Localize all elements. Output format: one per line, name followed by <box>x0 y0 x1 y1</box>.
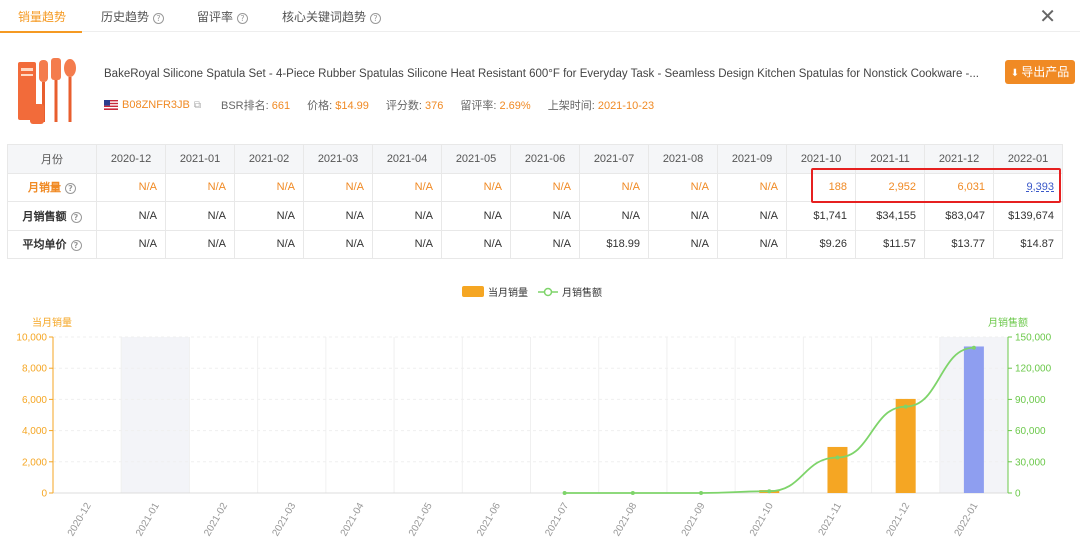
left-axis-tick-label: 4,000 <box>22 426 47 437</box>
left-axis-tick-label: 2,000 <box>22 457 47 468</box>
revenue-point[interactable] <box>903 404 908 409</box>
left-axis-tick-label: 10,000 <box>16 333 47 344</box>
right-axis-tick-label: 60,000 <box>1015 426 1046 437</box>
x-axis-tick-label: 2022-01 <box>953 501 981 539</box>
right-axis-tick-label: 150,000 <box>1015 333 1052 344</box>
right-axis-tick-label: 90,000 <box>1015 395 1046 406</box>
x-axis-tick-label: 2021-03 <box>270 501 298 539</box>
x-axis-tick-label: 2021-09 <box>680 501 708 539</box>
x-axis-tick-label: 2021-08 <box>612 501 640 539</box>
left-axis-tick-label: 8,000 <box>22 364 47 375</box>
revenue-point[interactable] <box>630 491 635 495</box>
x-axis-tick-label: 2021-01 <box>134 501 162 539</box>
x-axis-tick-label: 2021-04 <box>339 501 367 539</box>
revenue-point[interactable] <box>971 345 976 350</box>
left-axis-tick-label: 6,000 <box>22 395 47 406</box>
x-axis-tick-label: 2021-11 <box>817 501 845 538</box>
sales-bar[interactable] <box>895 398 916 493</box>
revenue-point[interactable] <box>699 491 704 495</box>
x-axis-tick-label: 2021-10 <box>748 501 776 539</box>
revenue-point[interactable] <box>835 455 840 460</box>
sales-chart: 0 2,000 4,000 6,000 8,000 10,000 0 30,000 60,000… <box>16 333 1052 539</box>
right-axis-tick-label: 30,000 <box>1015 457 1046 468</box>
revenue-point[interactable] <box>562 491 567 495</box>
x-axis-tick-label: 2021-05 <box>407 501 435 539</box>
x-axis-tick-label: 2021-12 <box>884 501 912 539</box>
highlight-band <box>121 337 190 493</box>
sales-bar[interactable] <box>827 446 848 493</box>
right-axis-tick-label: 120,000 <box>1015 364 1052 375</box>
right-axis-tick-label: 0 <box>1015 489 1021 500</box>
left-axis-tick-label: 0 <box>41 489 47 500</box>
x-axis-tick-label: 2021-06 <box>475 501 503 539</box>
sales-bar[interactable] <box>963 346 984 493</box>
revenue-point[interactable] <box>767 489 772 494</box>
x-axis-tick-label: 2021-07 <box>543 501 571 539</box>
x-axis-tick-label: 2020-12 <box>66 501 94 539</box>
x-axis-tick-label: 2021-02 <box>202 501 230 539</box>
